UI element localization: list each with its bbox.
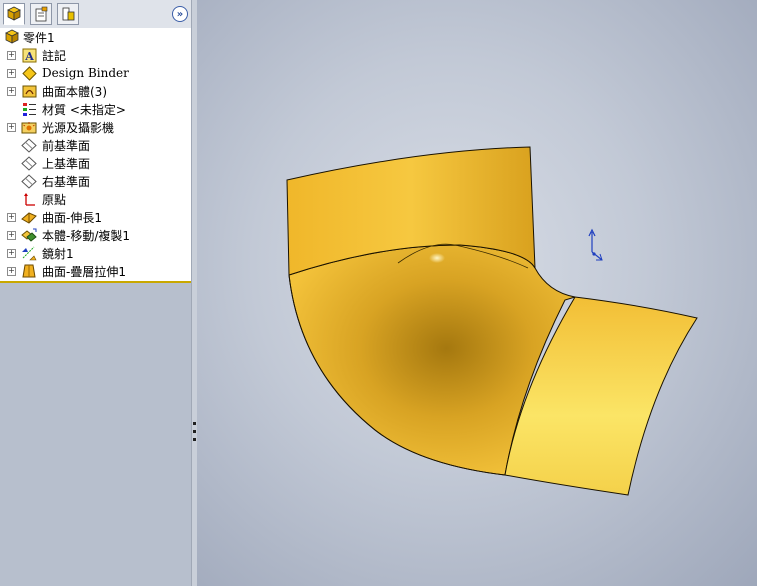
tree-item-lights-cameras[interactable]: + 光源及攝影機 bbox=[0, 118, 191, 136]
surface-loft-icon bbox=[21, 263, 37, 279]
plane-icon bbox=[21, 173, 37, 189]
tree-item-label: 曲面本體(3) bbox=[42, 84, 107, 99]
expand-panel-label: » bbox=[176, 9, 184, 20]
part-icon bbox=[4, 29, 20, 45]
tree-item-label: 鏡射1 bbox=[42, 246, 74, 261]
expand-toggle[interactable]: + bbox=[7, 230, 16, 240]
surface-extrude-icon bbox=[21, 209, 37, 225]
svg-text:A: A bbox=[24, 50, 34, 63]
tree-item-label: 註記 bbox=[42, 48, 67, 63]
propertymanager-tab-icon bbox=[35, 6, 48, 22]
configurationmanager-tab[interactable] bbox=[57, 3, 79, 25]
tree-item-move-copy-body[interactable]: + 本體-移動/複製1 bbox=[0, 226, 191, 244]
tree-item-label: 光源及攝影機 bbox=[42, 120, 115, 135]
tree-item-material[interactable]: 材質 <未指定> bbox=[0, 100, 191, 118]
splitter-grip-dot bbox=[193, 430, 196, 433]
design-binder-icon bbox=[21, 65, 37, 81]
expand-panel-button[interactable]: » bbox=[172, 6, 188, 22]
tree-item-mirror[interactable]: + 鏡射1 bbox=[0, 244, 191, 262]
expand-toggle[interactable]: + bbox=[7, 266, 16, 276]
tree-item-annotations[interactable]: + A 註記 bbox=[0, 46, 191, 64]
splitter-grip-dot bbox=[193, 438, 196, 441]
featuremanager-tab[interactable] bbox=[3, 3, 25, 25]
tree-item-surface-extrude[interactable]: + 曲面-伸長1 bbox=[0, 208, 191, 226]
expand-toggle[interactable]: + bbox=[7, 212, 16, 222]
featuremanager-panel: » 零件1 + A 註記 + Design Binder + 曲面本體(3) 材… bbox=[0, 0, 192, 586]
tree-item-surface-bodies[interactable]: + 曲面本體(3) bbox=[0, 82, 191, 100]
tree-item-label: 上基準面 bbox=[42, 156, 91, 171]
tree-item-label: 右基準面 bbox=[42, 174, 91, 189]
propertymanager-tab[interactable] bbox=[30, 3, 52, 25]
expand-toggle[interactable]: + bbox=[7, 68, 16, 78]
plane-icon bbox=[21, 155, 37, 171]
tree-item-surface-loft[interactable]: + 曲面-疊層拉伸1 bbox=[0, 262, 191, 280]
expand-toggle[interactable]: + bbox=[7, 122, 16, 132]
annotation-icon: A bbox=[21, 47, 37, 63]
tree-item-front-plane[interactable]: 前基準面 bbox=[0, 136, 191, 154]
tree-root-label: 零件1 bbox=[23, 30, 55, 45]
move-copy-body-icon bbox=[21, 227, 37, 243]
expand-toggle[interactable]: + bbox=[7, 248, 16, 258]
tree-item-label: 曲面-伸長1 bbox=[42, 210, 102, 225]
tree-item-top-plane[interactable]: 上基準面 bbox=[0, 154, 191, 172]
expand-toggle[interactable]: + bbox=[7, 50, 16, 60]
tree-item-label: 材質 <未指定> bbox=[42, 102, 126, 117]
surface-model-render bbox=[286, 146, 698, 496]
tree-item-label: 原點 bbox=[42, 192, 67, 207]
rollback-bar[interactable] bbox=[0, 281, 191, 283]
configurationmanager-tab-icon bbox=[62, 7, 75, 21]
graphics-viewport[interactable] bbox=[197, 0, 757, 586]
surface-bodies-icon bbox=[21, 83, 37, 99]
lights-cameras-icon bbox=[21, 119, 37, 135]
splitter-grip-dot bbox=[193, 422, 196, 425]
panel-tab-bar: » bbox=[0, 0, 191, 29]
tree-item-origin[interactable]: 原點 bbox=[0, 190, 191, 208]
mirror-icon bbox=[21, 245, 37, 261]
tree-item-label: 本體-移動/複製1 bbox=[42, 228, 131, 243]
featuremanager-tab-icon bbox=[7, 6, 21, 21]
material-icon bbox=[21, 101, 37, 117]
tree-item-label: Design Binder bbox=[42, 66, 129, 80]
tree-item-design-binder[interactable]: + Design Binder bbox=[0, 64, 191, 82]
feature-tree: 零件1 + A 註記 + Design Binder + 曲面本體(3) 材質 … bbox=[0, 28, 191, 282]
tree-item-label: 曲面-疊層拉伸1 bbox=[42, 264, 126, 279]
tree-item-right-plane[interactable]: 右基準面 bbox=[0, 172, 191, 190]
expand-toggle[interactable]: + bbox=[7, 86, 16, 96]
origin-icon bbox=[21, 191, 37, 207]
tree-item-label: 前基準面 bbox=[42, 138, 91, 153]
plane-icon bbox=[21, 137, 37, 153]
origin-triad-icon bbox=[588, 228, 603, 261]
tree-root-part[interactable]: 零件1 bbox=[0, 28, 191, 46]
